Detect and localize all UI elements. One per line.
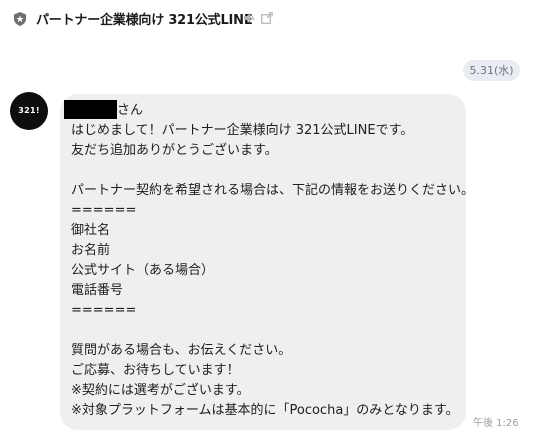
message-line: はじめまして！パートナー企業様向け 321公式LINEです。 bbox=[71, 123, 414, 138]
message-line: さん bbox=[117, 103, 144, 118]
message-line: ご応募、お待ちしています！ bbox=[71, 363, 240, 378]
message-line: ※契約には選考がございます。 bbox=[71, 383, 250, 398]
message-line: ====== bbox=[71, 303, 137, 318]
shield-icon bbox=[14, 12, 26, 26]
redacted-name bbox=[64, 100, 117, 119]
chat-header: パートナー企業様向け 321公式LINE bbox=[0, 0, 541, 36]
date-separator: 5.31(水) bbox=[463, 60, 520, 81]
message-line: パートナー契約を希望される場合は、下記の情報をお送りください。 bbox=[71, 183, 475, 198]
message-line: 質問がある場合も、お伝えください。 bbox=[71, 343, 292, 358]
message-timestamp: 午後 1:26 bbox=[473, 418, 519, 429]
chat-window: パートナー企業様向け 321公式LINE 5.31(水) 321! さん はじめ… bbox=[0, 0, 541, 446]
popout-window-icon[interactable] bbox=[261, 12, 273, 24]
message-line: 電話番号 bbox=[71, 283, 124, 298]
avatar[interactable]: 321! bbox=[10, 92, 48, 130]
speaker-mute-icon[interactable] bbox=[243, 12, 255, 24]
message-line: 御社名 bbox=[71, 223, 111, 238]
message-line: ====== bbox=[71, 203, 137, 218]
message-line: 友だち追加ありがとうございます。 bbox=[71, 143, 278, 158]
message-line: ※対象プラットフォームは基本的に「Pococha」のみとなります。 bbox=[71, 403, 459, 418]
message-line: 公式サイト（ある場合） bbox=[71, 263, 215, 278]
message-line: お名前 bbox=[71, 243, 111, 258]
chat-title: パートナー企業様向け 321公式LINE bbox=[36, 13, 253, 28]
